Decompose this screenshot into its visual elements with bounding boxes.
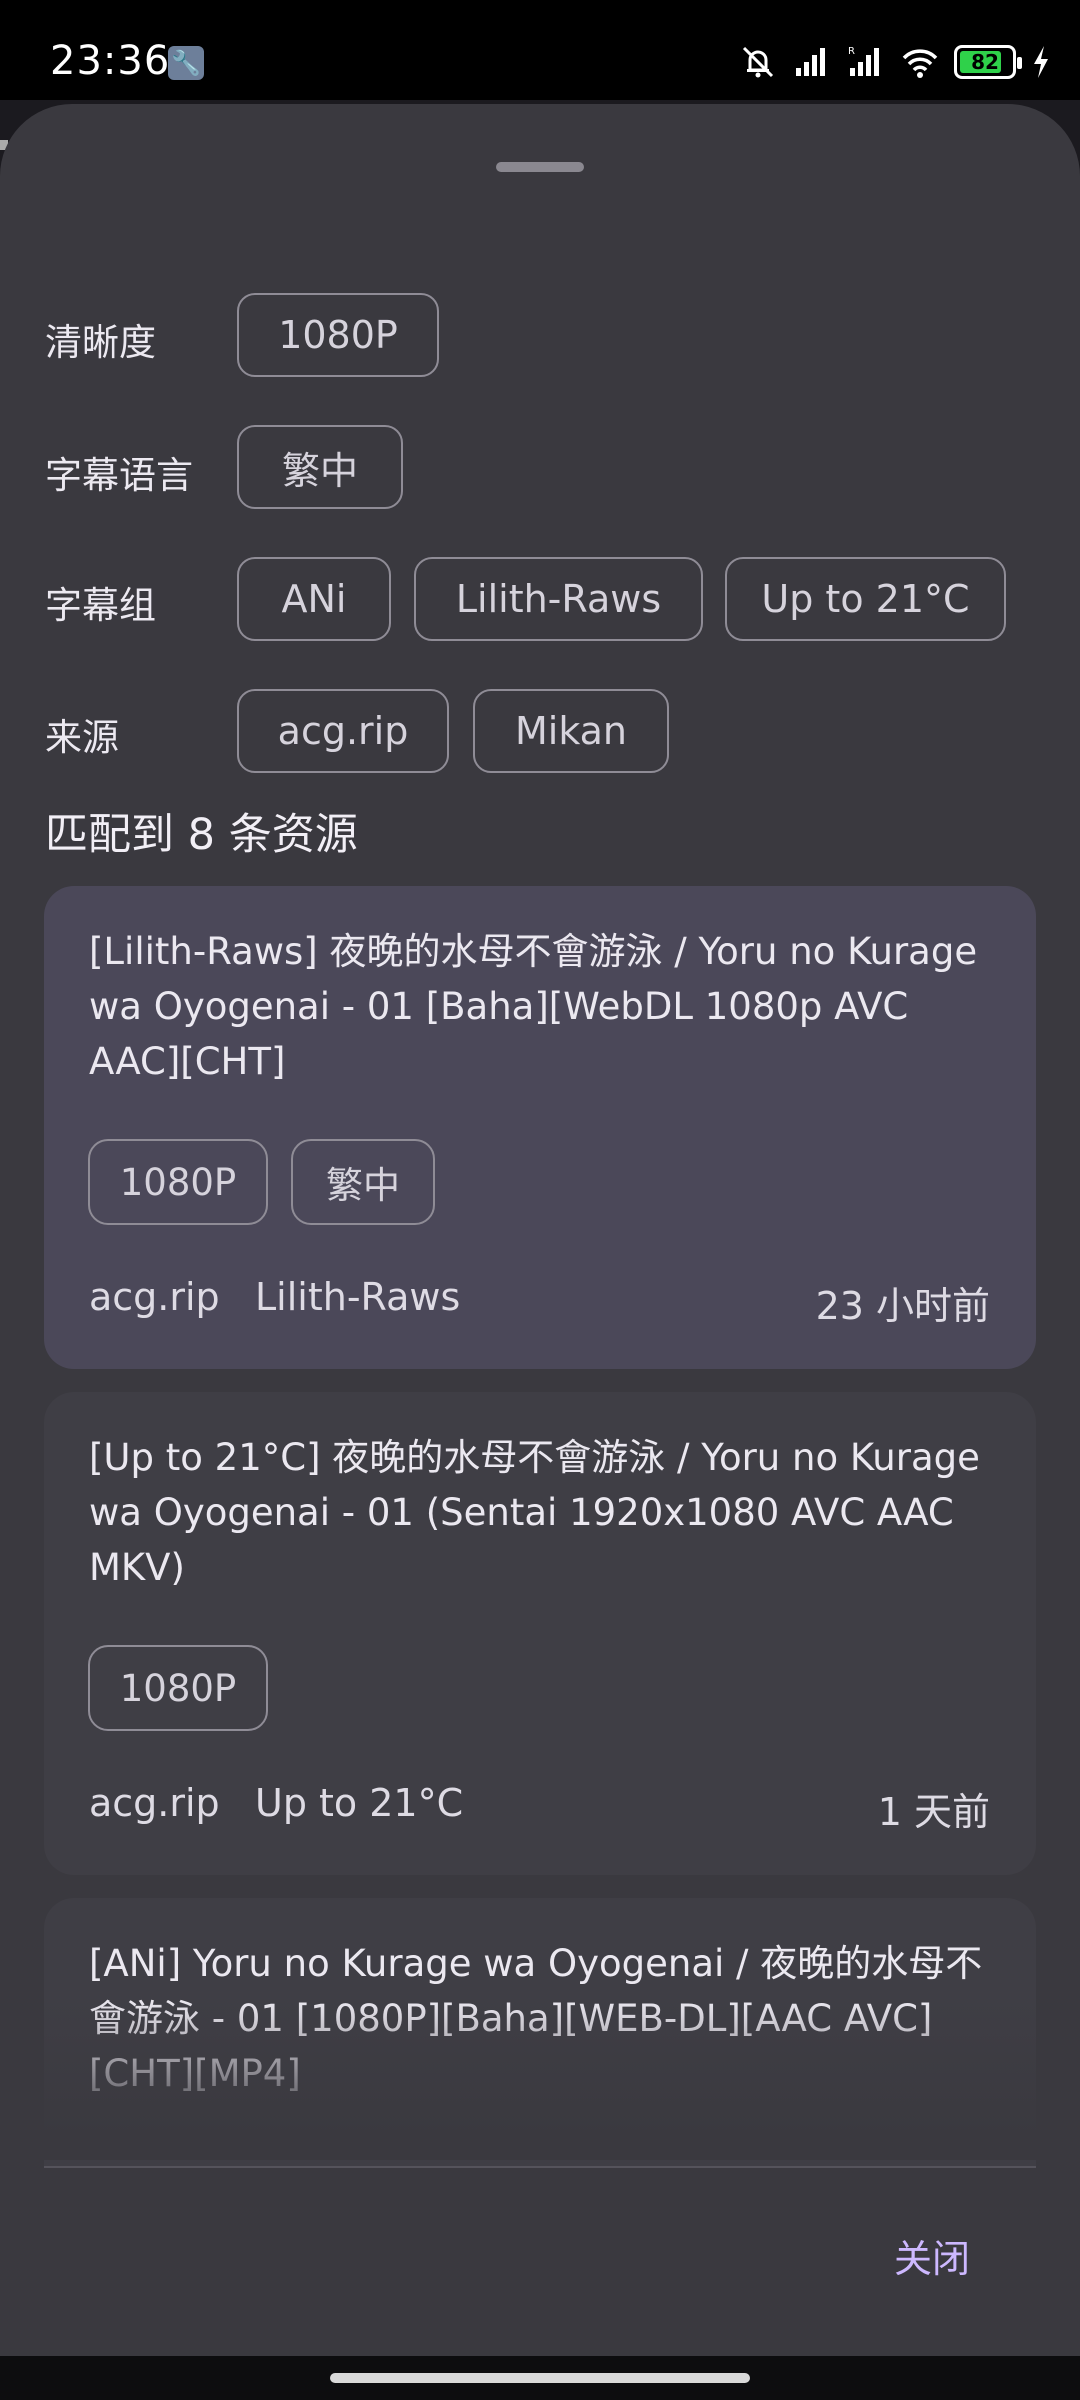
signal-icon-2: R xyxy=(848,46,879,76)
resource-title: [Lilith-Raws] 夜晚的水母不會游泳 / Yoru no Kurage… xyxy=(89,930,978,1083)
battery-cap xyxy=(1017,57,1022,69)
resource-card-2[interactable]: [Up to 21°C] 夜晚的水母不會游泳 / Yoru no Kurage … xyxy=(44,1392,1036,1875)
chip-group-up-to-21c[interactable]: Up to 21°C xyxy=(725,557,1006,641)
chip-source-mikan[interactable]: Mikan xyxy=(473,689,669,773)
resource-group: Up to 21°C xyxy=(255,1781,464,1825)
resource-title: [Up to 21°C] 夜晚的水母不會游泳 / Yoru no Kurage … xyxy=(89,1436,980,1589)
sheet-drag-handle[interactable] xyxy=(496,162,584,172)
battery-level: 82 xyxy=(971,50,999,74)
resource-time: 23 小时前 xyxy=(815,1284,990,1328)
close-button[interactable]: 关闭 xyxy=(894,2228,970,2283)
filter-label-subtitle-language: 字幕语言 xyxy=(45,454,193,497)
resource-tag-resolution: 1080P xyxy=(88,1139,268,1225)
wrench-icon: 🔧 xyxy=(168,46,204,80)
charging-icon xyxy=(1034,46,1048,78)
signal-icon-1 xyxy=(796,48,825,76)
list-fade xyxy=(44,2000,1036,2160)
chip-group-lilith-raws[interactable]: Lilith-Raws xyxy=(414,557,703,641)
resource-card-1[interactable]: [Lilith-Raws] 夜晚的水母不會游泳 / Yoru no Kurage… xyxy=(44,886,1036,1369)
status-icons: R 82 xyxy=(738,40,1052,84)
resource-tag-language: 繁中 xyxy=(291,1139,435,1225)
results-count-title: 匹配到 8 条资源 xyxy=(45,810,358,860)
resource-tag-resolution: 1080P xyxy=(88,1645,268,1731)
filter-label-resolution: 清晰度 xyxy=(45,321,156,364)
home-gesture-handle[interactable] xyxy=(330,2373,750,2383)
status-bar: 23:36 🔧 R 82 xyxy=(0,0,1080,100)
bell-muted-icon xyxy=(742,46,774,78)
resource-time: 1 天前 xyxy=(877,1790,990,1834)
sheet-divider xyxy=(44,2166,1036,2168)
chip-resolution-1080p[interactable]: 1080P xyxy=(237,293,439,377)
resource-source: acg.rip xyxy=(89,1781,220,1825)
filter-label-subtitle-group: 字幕组 xyxy=(45,584,156,627)
resource-source: acg.rip xyxy=(89,1275,220,1319)
chip-language-traditional[interactable]: 繁中 xyxy=(237,425,403,509)
filter-label-source: 来源 xyxy=(45,716,119,759)
chip-group-ani[interactable]: ANi xyxy=(237,557,391,641)
status-time: 23:36 xyxy=(50,38,171,84)
battery-icon: 82 xyxy=(954,45,1022,79)
resource-group: Lilith-Raws xyxy=(255,1275,461,1319)
svg-text:R: R xyxy=(848,46,855,57)
wifi-icon xyxy=(902,49,938,78)
chip-source-acg-rip[interactable]: acg.rip xyxy=(237,689,449,773)
